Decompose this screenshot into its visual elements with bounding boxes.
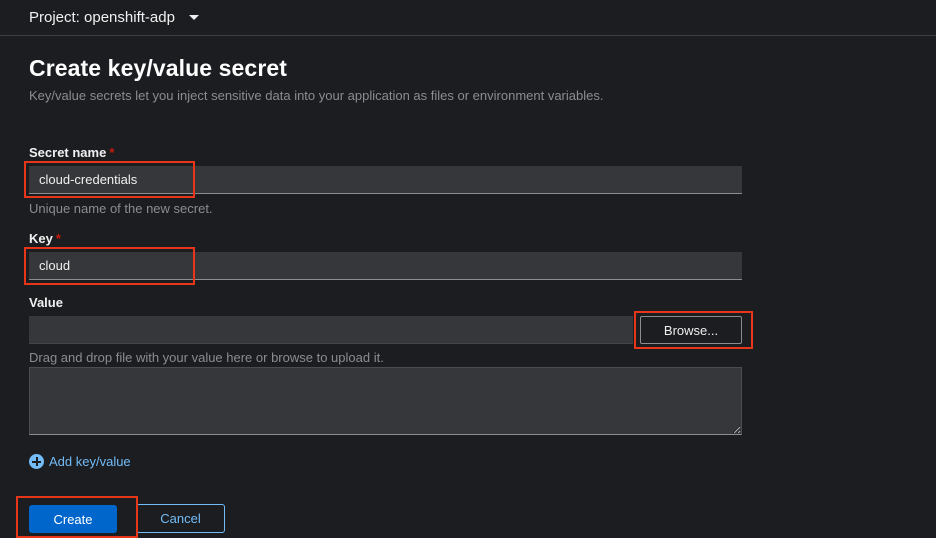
caret-down-icon xyxy=(188,15,199,20)
secret-name-label: Secret name * xyxy=(29,145,114,160)
required-marker: * xyxy=(55,231,61,246)
create-secret-page: Project: openshift-adp Create key/value … xyxy=(0,0,936,538)
value-filename-input[interactable] xyxy=(29,316,633,344)
secret-name-label-text: Secret name xyxy=(29,145,107,160)
plus-circle-icon xyxy=(29,454,44,469)
key-label-text: Key xyxy=(29,231,53,246)
secret-name-input[interactable] xyxy=(29,166,742,194)
project-selector[interactable]: Project: openshift-adp xyxy=(29,6,199,28)
key-input[interactable] xyxy=(29,252,742,280)
value-helper: Drag and drop file with your value here … xyxy=(29,350,384,365)
page-title: Create key/value secret xyxy=(29,55,288,81)
secret-name-helper: Unique name of the new secret. xyxy=(29,201,213,216)
cancel-button[interactable]: Cancel xyxy=(136,504,225,533)
add-key-value-link[interactable]: Add key/value xyxy=(29,454,131,469)
required-marker: * xyxy=(109,145,115,160)
key-label: Key * xyxy=(29,231,61,246)
project-bar: Project: openshift-adp xyxy=(0,0,936,36)
create-button[interactable]: Create xyxy=(29,505,117,533)
browse-button[interactable]: Browse... xyxy=(640,316,742,344)
value-label: Value xyxy=(29,295,63,310)
value-textarea[interactable] xyxy=(29,367,742,435)
page-description: Key/value secrets let you inject sensiti… xyxy=(29,88,604,103)
project-label: Project: openshift-adp xyxy=(29,8,175,26)
add-key-value-label: Add key/value xyxy=(49,454,131,469)
